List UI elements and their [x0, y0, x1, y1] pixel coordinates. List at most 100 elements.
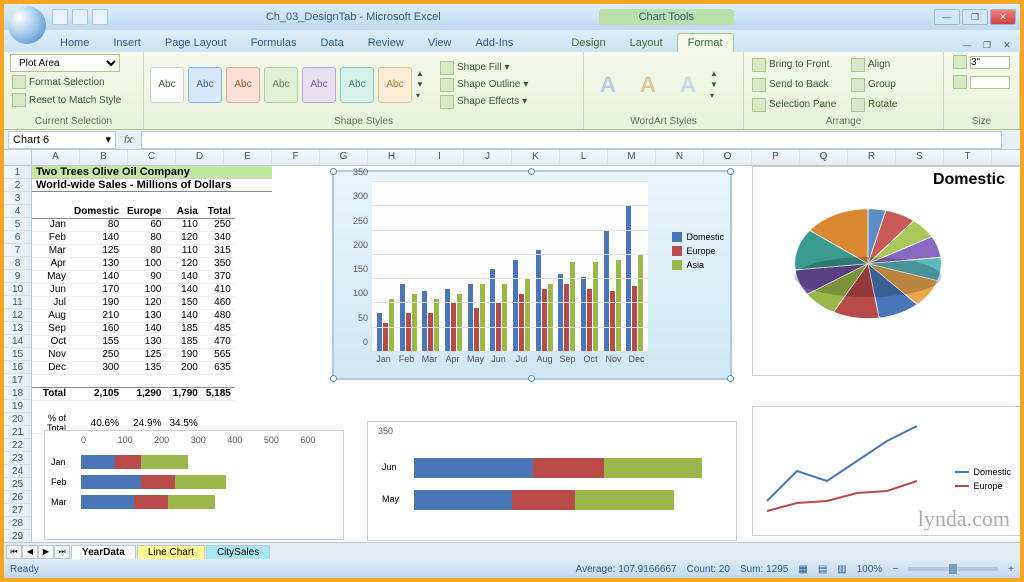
- zoom-out-icon[interactable]: −: [892, 564, 898, 575]
- col-head[interactable]: D: [176, 150, 224, 165]
- doc-close-button[interactable]: ✕: [998, 38, 1016, 52]
- subtitle[interactable]: World-wide Sales - Millions of Dollars: [32, 179, 272, 192]
- row-head[interactable]: 12: [4, 309, 31, 322]
- row-head[interactable]: 11: [4, 296, 31, 309]
- nav-next-icon[interactable]: ▶: [38, 545, 54, 559]
- row-head[interactable]: 28: [4, 517, 31, 530]
- tab-layout[interactable]: Layout: [620, 34, 673, 52]
- row-head[interactable]: 13: [4, 322, 31, 335]
- row-head[interactable]: 18: [4, 387, 31, 400]
- maximize-button[interactable]: ❐: [962, 9, 988, 25]
- select-all-corner[interactable]: [4, 150, 32, 165]
- col-head[interactable]: K: [512, 150, 560, 165]
- wordart-style-3[interactable]: A: [670, 65, 706, 105]
- format-selection-button[interactable]: Format Selection: [10, 74, 107, 90]
- row-head[interactable]: 26: [4, 491, 31, 504]
- wordart-style-2[interactable]: A: [630, 65, 666, 105]
- row-head[interactable]: 6: [4, 231, 31, 244]
- row-head[interactable]: 9: [4, 270, 31, 283]
- nav-first-icon[interactable]: ⏮: [6, 545, 22, 559]
- row-head[interactable]: 5: [4, 218, 31, 231]
- save-icon[interactable]: [52, 9, 68, 25]
- height-input[interactable]: [951, 54, 1012, 70]
- gallery-more-icon[interactable]: ▾: [416, 91, 428, 100]
- undo-icon[interactable]: [72, 9, 88, 25]
- row-head[interactable]: 17: [4, 374, 31, 387]
- pie-chart[interactable]: Domestic: [752, 166, 1020, 376]
- row-head[interactable]: 27: [4, 504, 31, 517]
- row-head[interactable]: 14: [4, 335, 31, 348]
- resize-handle[interactable]: [528, 168, 535, 175]
- column-chart[interactable]: 050100150200250300350 JanFebMarAprMayJun…: [332, 170, 732, 380]
- nav-prev-icon[interactable]: ◀: [22, 545, 38, 559]
- rotate-button[interactable]: Rotate: [849, 97, 919, 113]
- view-normal-icon[interactable]: ▦: [798, 564, 807, 575]
- stacked-bar-chart[interactable]: 350 JunMay: [367, 421, 737, 541]
- tab-formulas[interactable]: Formulas: [241, 34, 307, 52]
- nav-last-icon[interactable]: ⏭: [54, 545, 70, 559]
- col-head[interactable]: I: [416, 150, 464, 165]
- resize-handle[interactable]: [727, 168, 734, 175]
- row-head[interactable]: 20: [4, 413, 31, 426]
- col-head[interactable]: O: [704, 150, 752, 165]
- row-head[interactable]: 22: [4, 439, 31, 452]
- row-head[interactable]: 4: [4, 205, 31, 218]
- plot-area[interactable]: [372, 182, 648, 352]
- shape-style-7[interactable]: Abc: [378, 67, 412, 103]
- resize-handle[interactable]: [528, 375, 535, 382]
- row-head[interactable]: 16: [4, 361, 31, 374]
- fx-icon[interactable]: fx: [124, 134, 133, 146]
- doc-minimize-button[interactable]: —: [958, 38, 976, 52]
- resize-handle[interactable]: [330, 375, 337, 382]
- col-head[interactable]: G: [320, 150, 368, 165]
- close-button[interactable]: ✕: [990, 9, 1016, 25]
- selection-combo[interactable]: Plot Area: [10, 54, 120, 72]
- tab-design[interactable]: Design: [561, 34, 615, 52]
- col-head[interactable]: T: [944, 150, 992, 165]
- col-head[interactable]: J: [464, 150, 512, 165]
- row-head[interactable]: 2: [4, 179, 31, 192]
- tab-view[interactable]: View: [418, 34, 462, 52]
- row-head[interactable]: 8: [4, 257, 31, 270]
- zoom-in-icon[interactable]: +: [1008, 564, 1014, 575]
- tab-insert[interactable]: Insert: [103, 34, 151, 52]
- col-head[interactable]: M: [608, 150, 656, 165]
- name-box[interactable]: Chart 6▾: [8, 131, 116, 149]
- office-button[interactable]: [8, 6, 46, 44]
- col-head[interactable]: P: [752, 150, 800, 165]
- shape-style-5[interactable]: Abc: [302, 67, 336, 103]
- sheet-tab-yeardata[interactable]: YearData: [71, 545, 136, 559]
- redo-icon[interactable]: [92, 9, 108, 25]
- col-head[interactable]: A: [32, 150, 80, 165]
- minimize-button[interactable]: —: [934, 9, 960, 25]
- wa-down-icon[interactable]: ▼: [710, 80, 722, 89]
- row-head[interactable]: 23: [4, 452, 31, 465]
- tab-page-layout[interactable]: Page Layout: [155, 34, 237, 52]
- chart-legend[interactable]: Domestic Europe Asia: [672, 232, 724, 274]
- row-head[interactable]: 24: [4, 465, 31, 478]
- shape-fill-button[interactable]: Shape Fill ▾: [438, 60, 530, 76]
- sheet-tab-linechart[interactable]: Line Chart: [137, 545, 205, 559]
- bring-to-front-button[interactable]: Bring to Front: [750, 57, 845, 73]
- col-head[interactable]: R: [848, 150, 896, 165]
- col-head[interactable]: B: [80, 150, 128, 165]
- col-head[interactable]: E: [224, 150, 272, 165]
- wa-more-icon[interactable]: ▾: [710, 91, 722, 100]
- zoom-thumb[interactable]: [949, 564, 957, 574]
- shape-style-6[interactable]: Abc: [340, 67, 374, 103]
- tab-data[interactable]: Data: [310, 34, 353, 52]
- wa-up-icon[interactable]: ▲: [710, 69, 722, 78]
- hbar-chart[interactable]: 0100200300400500600 JanFebMar: [44, 430, 344, 540]
- zoom-slider[interactable]: [908, 567, 998, 571]
- selection-pane-button[interactable]: Selection Pane: [750, 97, 845, 113]
- gallery-up-icon[interactable]: ▲: [416, 69, 428, 78]
- formula-input[interactable]: [141, 131, 1002, 149]
- company-title[interactable]: Two Trees Olive Oil Company: [32, 166, 272, 179]
- row-head[interactable]: 25: [4, 478, 31, 491]
- row-head[interactable]: 10: [4, 283, 31, 296]
- row-head[interactable]: 15: [4, 348, 31, 361]
- col-head[interactable]: F: [272, 150, 320, 165]
- view-pagebreak-icon[interactable]: ▥: [837, 564, 846, 575]
- col-head[interactable]: Q: [800, 150, 848, 165]
- reset-match-button[interactable]: Reset to Match Style: [10, 92, 123, 108]
